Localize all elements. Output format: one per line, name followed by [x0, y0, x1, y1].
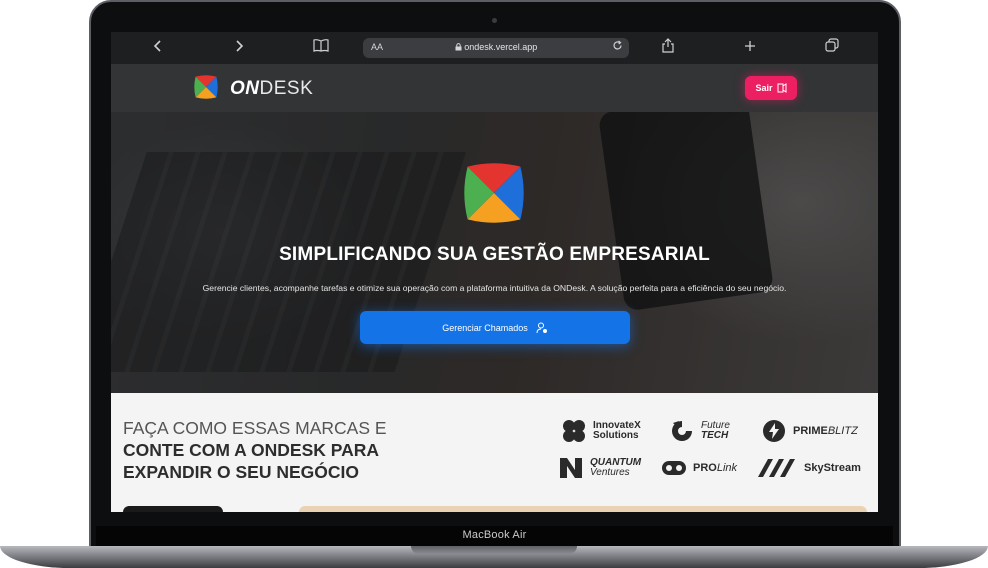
address-bar[interactable]: AA ondesk.vercel.app: [363, 38, 629, 58]
screen: AA ondesk.vercel.app ONDESK Sair SIMPLIF…: [111, 32, 878, 512]
brands-heading-line3: EXPANDIR O SEU NEGÓCIO: [123, 462, 359, 482]
site-header: ONDESK Sair: [111, 64, 878, 112]
brands-heading-line2: CONTE COM A ONDESK PARA: [123, 440, 380, 460]
brand-name-line2: Solutions: [593, 430, 639, 441]
skystream-logo-icon: [758, 459, 795, 477]
share-icon[interactable]: [658, 38, 678, 59]
prolink-logo-icon: [662, 461, 686, 475]
plus-icon[interactable]: [740, 38, 760, 58]
section-preview-left: [123, 506, 223, 512]
brand-name-line1: PRO: [693, 462, 717, 474]
brand-name-line1: SkyStream: [804, 462, 861, 474]
reload-icon[interactable]: [612, 40, 623, 54]
tabs-icon[interactable]: [822, 38, 842, 58]
url-text: ondesk.vercel.app: [363, 42, 629, 52]
brand-innovatex: InnovateX Solutions: [561, 418, 641, 444]
lock-icon: [455, 43, 462, 51]
device-label: MacBook Air: [462, 529, 527, 541]
camera: [492, 18, 497, 23]
hero-title: SIMPLIFICANDO SUA GESTÃO EMPRESARIAL: [279, 244, 710, 265]
brand-name-line2: Link: [716, 462, 738, 474]
logout-label: Sair: [755, 83, 773, 93]
laptop-hinge: MacBook Air: [96, 526, 893, 546]
logo-wordmark[interactable]: ONDESK: [230, 78, 313, 100]
chevron-right-icon[interactable]: [229, 38, 249, 58]
brand-name-line2: BLITZ: [827, 425, 858, 437]
logout-button[interactable]: Sair: [745, 76, 797, 100]
user-settings-icon: [536, 322, 547, 333]
logo-light-text: DESK: [259, 78, 314, 99]
hero-subtitle: Gerencie clientes, acompanhe tarefas e o…: [202, 283, 787, 293]
brands-section: FAÇA COMO ESSAS MARCAS E CONTE COM A OND…: [111, 393, 878, 512]
brand-prolink: PROLink: [661, 455, 737, 481]
brand-name-line1: PRIME: [793, 425, 828, 437]
logout-icon: [777, 83, 786, 93]
brands-heading-line1: FAÇA COMO ESSAS MARCAS E: [123, 418, 387, 438]
logo-bold-text: ON: [230, 78, 260, 99]
browser-toolbar: AA ondesk.vercel.app: [111, 32, 878, 64]
brand-quantum: QUANTUM Ventures: [558, 455, 641, 481]
url-value: ondesk.vercel.app: [464, 42, 538, 52]
hero-logo-icon: [464, 163, 524, 223]
primeblitz-logo-icon: [763, 420, 785, 442]
laptop-notch: [411, 546, 577, 554]
brands-heading: FAÇA COMO ESSAS MARCAS E CONTE COM A OND…: [123, 417, 453, 483]
hero-section: SIMPLIFICANDO SUA GESTÃO EMPRESARIAL Ger…: [111, 112, 878, 393]
manage-tickets-label: Gerenciar Chamados: [442, 322, 528, 333]
brand-name-line2: TECH: [701, 430, 729, 441]
futuretech-logo-icon: [672, 421, 692, 441]
manage-tickets-button[interactable]: Gerenciar Chamados: [360, 311, 630, 344]
brand-name-line2: Ventures: [590, 467, 630, 478]
brand-skystream: SkyStream: [756, 455, 861, 481]
brand-primeblitz: PRIMEBLITZ: [761, 418, 858, 444]
ondesk-logo-icon[interactable]: [193, 74, 219, 100]
section-preview-right: [299, 506, 867, 512]
brand-futuretech: Future TECH: [669, 418, 730, 444]
book-icon[interactable]: [311, 38, 331, 58]
quantum-logo-icon: [560, 458, 582, 478]
chevron-left-icon[interactable]: [148, 38, 168, 58]
innovatex-logo-icon: [563, 420, 585, 442]
